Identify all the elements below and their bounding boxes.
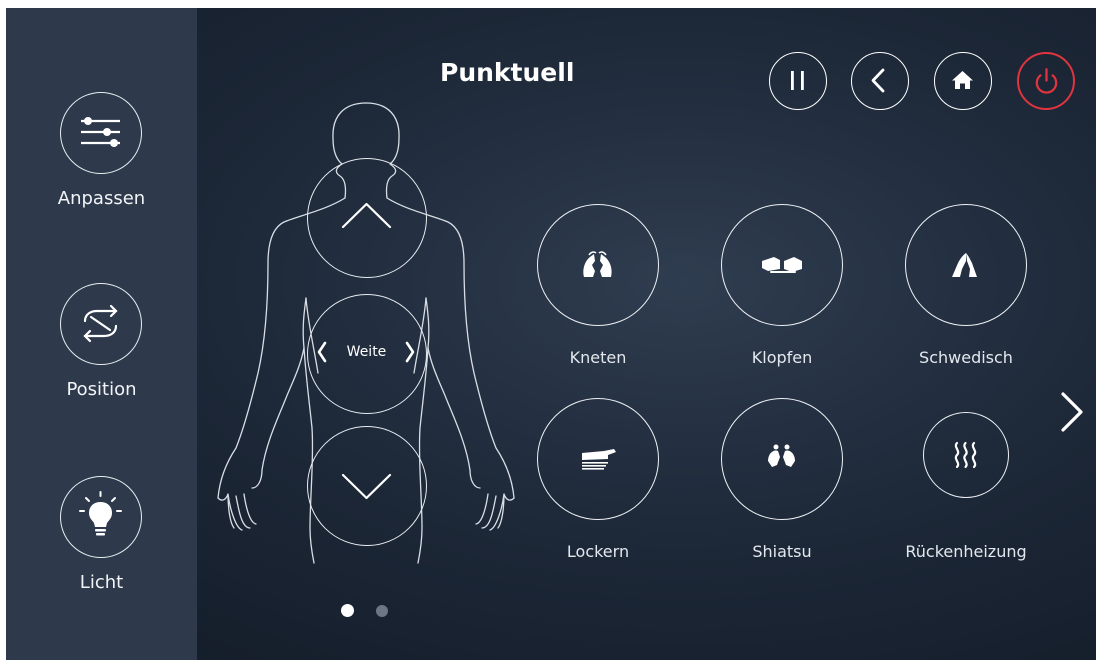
- page-dot-1-active[interactable]: [341, 604, 354, 617]
- sidebar-item-label: Licht: [79, 572, 124, 593]
- swedish-hands-icon[interactable]: [905, 204, 1027, 326]
- home-icon: [952, 71, 973, 89]
- mode-label: Rückenheizung: [905, 542, 1027, 561]
- chevron-down-icon: [341, 473, 392, 500]
- pause-button[interactable]: [769, 52, 827, 110]
- mode-label: Lockern: [566, 542, 630, 561]
- sidebar-item-label: Position: [66, 379, 137, 400]
- tapping-fists-icon[interactable]: [721, 204, 843, 326]
- lightbulb-icon: [60, 476, 142, 558]
- kneading-hands-icon[interactable]: [537, 204, 659, 326]
- page-title: Punktuell: [440, 58, 575, 87]
- chevron-up-icon: [341, 202, 392, 229]
- power-button[interactable]: [1017, 52, 1075, 110]
- loosening-hand-icon[interactable]: [537, 398, 659, 520]
- mode-label: Schwedisch: [919, 348, 1013, 367]
- next-page-arrow-icon[interactable]: [1054, 384, 1094, 440]
- sidebar-item-label: Anpassen: [57, 188, 146, 209]
- width-control[interactable]: Weite: [307, 294, 427, 414]
- mode-label: Kneten: [569, 348, 627, 367]
- page-dot-2[interactable]: [376, 605, 388, 617]
- heat-waves-icon[interactable]: [923, 412, 1009, 498]
- move-down-button[interactable]: [307, 426, 427, 546]
- mode-label: Klopfen: [751, 348, 813, 367]
- mode-label: Shiatsu: [752, 542, 812, 561]
- width-label: Weite: [346, 344, 387, 360]
- home-button[interactable]: [934, 52, 992, 110]
- shiatsu-thumbs-icon[interactable]: [721, 398, 843, 520]
- back-button[interactable]: [851, 52, 909, 110]
- power-icon: [1035, 68, 1058, 94]
- rotate-arrows-icon: [60, 283, 142, 365]
- massage-chair-screen: Anpassen Position Licht Punktuell Weite …: [6, 8, 1096, 660]
- sidebar: Anpassen Position Licht: [6, 8, 197, 660]
- pause-icon: [791, 71, 804, 90]
- move-up-button[interactable]: [307, 158, 427, 278]
- back-chevron-icon: [871, 68, 885, 93]
- sliders-icon: [60, 92, 142, 174]
